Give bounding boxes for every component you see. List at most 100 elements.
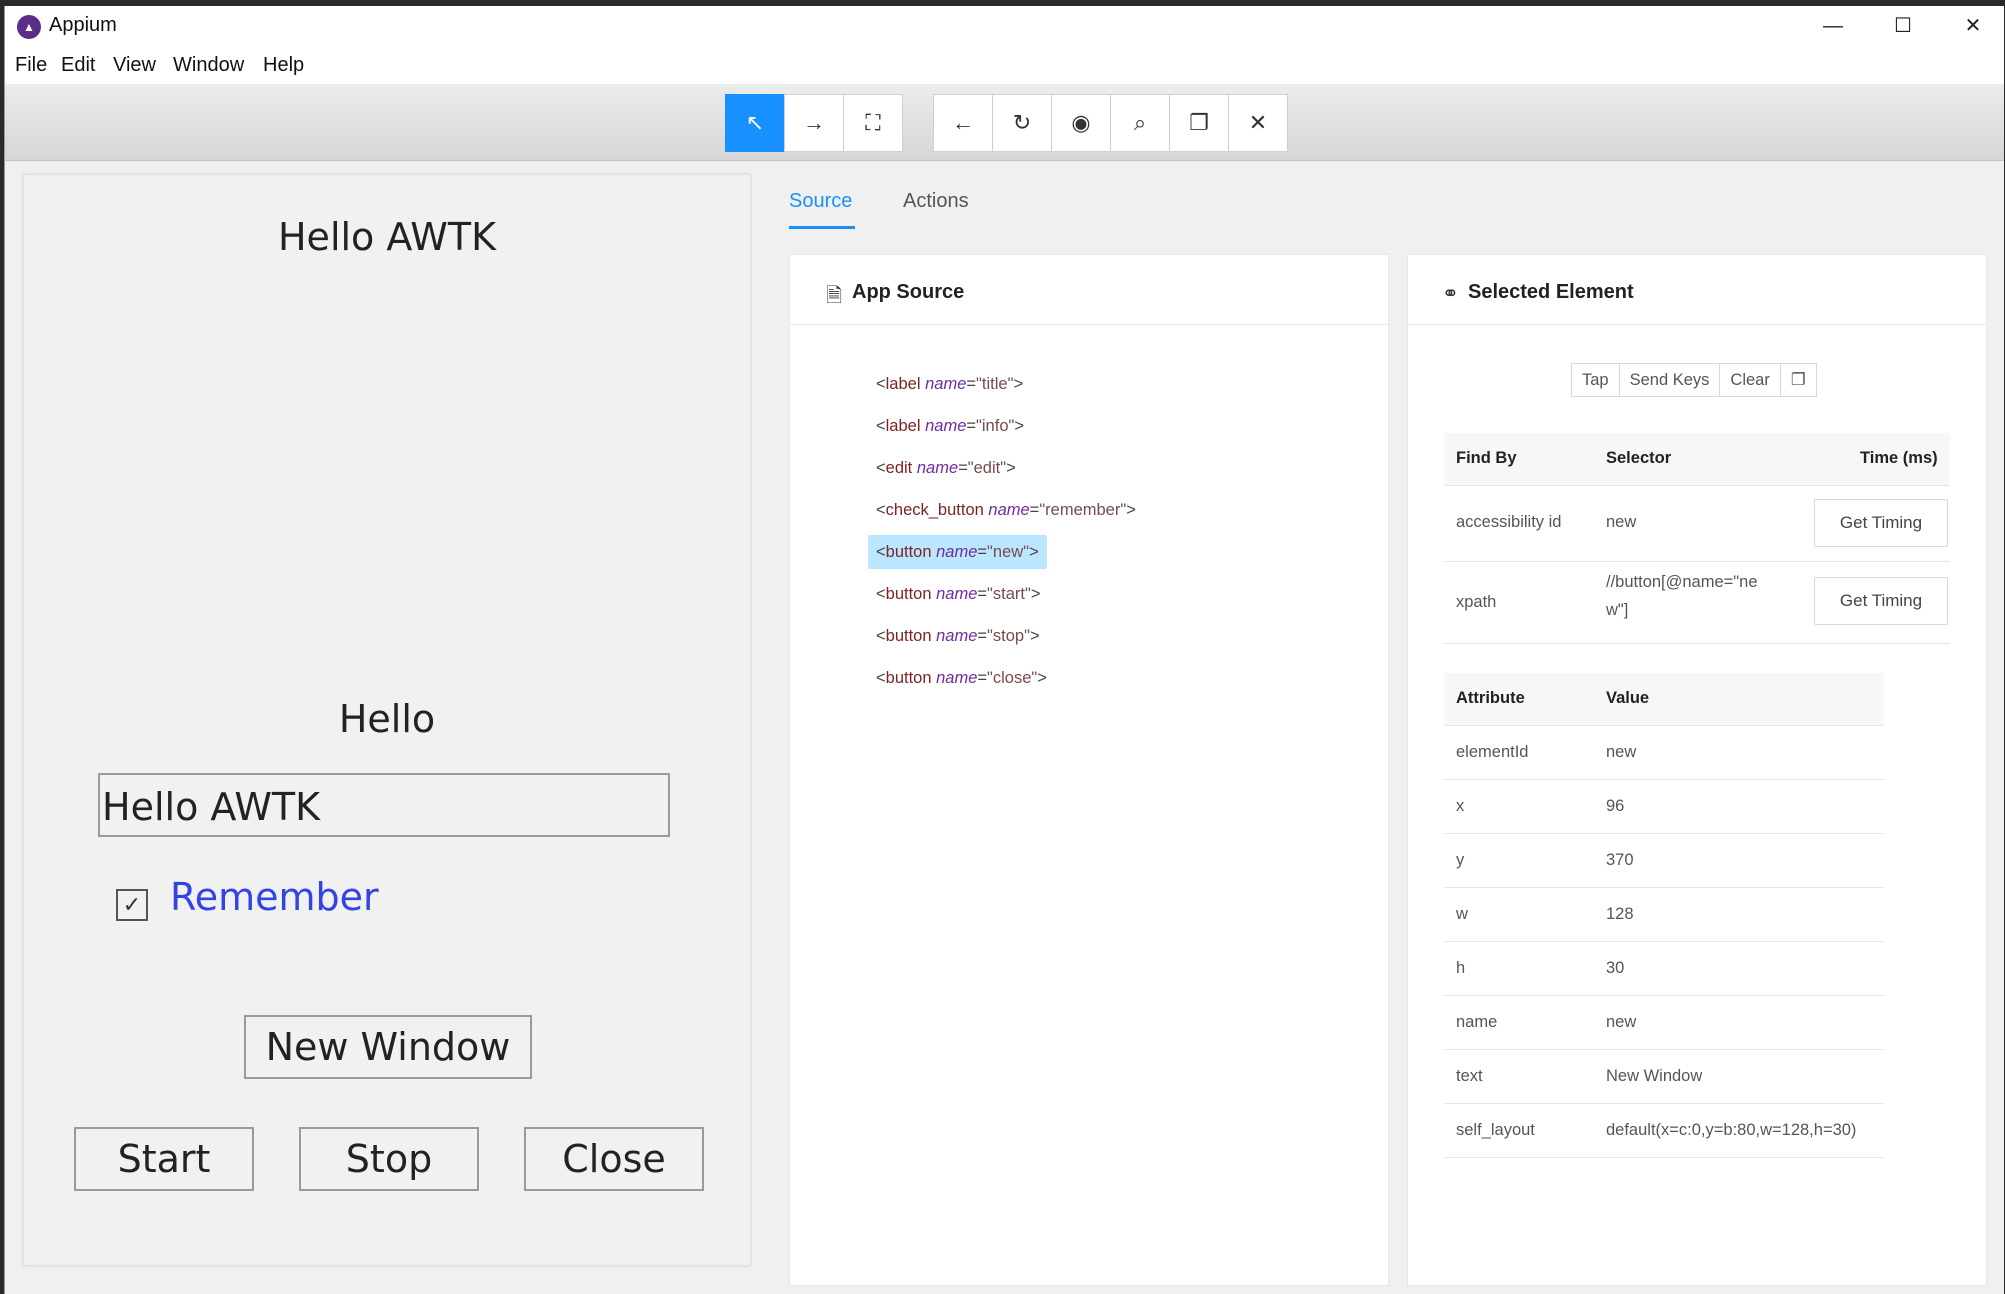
appium-window: ▲ Appium — ☐ ✕ File Edit View Window Hel… xyxy=(4,6,2004,1294)
tree-node-button-stop[interactable]: <button name="stop"> xyxy=(868,619,1048,653)
search-button[interactable]: ⌕ xyxy=(1110,94,1170,152)
tree-node-button-start[interactable]: <button name="start"> xyxy=(868,577,1048,611)
minimize-button[interactable]: — xyxy=(1798,6,1868,46)
appium-logo-icon: ▲ xyxy=(17,15,41,39)
table-row: w 128 xyxy=(1444,887,1884,942)
back-icon: ← xyxy=(952,110,974,135)
app-source-header: 🗎 App Source xyxy=(790,255,1388,325)
menu-view[interactable]: View xyxy=(113,54,156,77)
attribute-value: 96 xyxy=(1606,797,1625,815)
eye-icon: ◉ xyxy=(1071,110,1091,135)
attribute-name: elementId xyxy=(1456,743,1529,761)
clear-button[interactable]: Clear xyxy=(1719,363,1781,397)
toolbar-actions-group: ← ↻ ◉ ⌕ ❐ ✕ xyxy=(933,94,1288,152)
attribute-name: name xyxy=(1456,1013,1498,1031)
element-actions: Tap Send Keys Clear ❐ xyxy=(1571,363,1817,397)
select-elements-button[interactable]: ↖ xyxy=(725,94,785,152)
find-by-table-header: Find By Selector Time (ms) xyxy=(1444,433,1950,486)
tree-node-edit[interactable]: <edit name="edit"> xyxy=(868,451,1024,485)
search-icon: ⌕ xyxy=(1133,110,1147,135)
quit-session-icon: ✕ xyxy=(1248,110,1268,135)
copy-icon: ❐ xyxy=(1790,371,1806,389)
attribute-name: h xyxy=(1456,959,1466,977)
table-row: y 370 xyxy=(1444,833,1884,888)
selected-element-header: ⚭ Selected Element xyxy=(1408,255,1986,325)
attribute-value: new xyxy=(1606,1013,1637,1031)
value-header: Value xyxy=(1606,689,1650,707)
selector-cell-line1: //button[@name="ne xyxy=(1606,573,1758,591)
table-row: xpath //button[@name="ne w"] Get Timing xyxy=(1444,561,1950,644)
attribute-value: New Window xyxy=(1606,1067,1703,1085)
back-button[interactable]: ← xyxy=(933,94,993,152)
attribute-value: default(x=c:0,y=b:80,w=128,h=30) xyxy=(1606,1121,1857,1139)
table-row: text New Window xyxy=(1444,1049,1884,1104)
swipe-icon: → xyxy=(803,110,825,135)
attributes-table-header: Attribute Value xyxy=(1444,673,1884,726)
table-row: h 30 xyxy=(1444,941,1884,996)
new-window-button[interactable]: New Window xyxy=(244,1015,532,1079)
tab-actions[interactable]: Actions xyxy=(903,190,969,213)
tap-coordinates-icon: ⛶ xyxy=(865,110,881,135)
table-row: x 96 xyxy=(1444,779,1884,834)
selected-element-title: Selected Element xyxy=(1468,281,1634,303)
app-info-label[interactable]: Hello xyxy=(24,697,750,741)
quit-session-button[interactable]: ✕ xyxy=(1228,94,1288,152)
app-title-label[interactable]: Hello AWTK xyxy=(24,215,750,259)
stop-button[interactable]: Stop xyxy=(299,1127,479,1191)
attribute-value: 30 xyxy=(1606,959,1625,977)
copy-xml-button[interactable]: ❐ xyxy=(1169,94,1229,152)
get-timing-button[interactable]: Get Timing xyxy=(1814,577,1948,625)
selector-header: Selector xyxy=(1606,449,1672,467)
menu-file[interactable]: File xyxy=(15,54,47,77)
attribute-value: 128 xyxy=(1606,905,1634,923)
toolbar-mode-group: ↖ → ⛶ xyxy=(725,94,903,152)
close-button[interactable]: Close xyxy=(524,1127,704,1191)
selected-element-panel: ⚭ Selected Element Tap Send Keys Clear ❐… xyxy=(1407,254,1987,1286)
app-source-panel: 🗎 App Source <label name="title"> <label… xyxy=(789,254,1389,1286)
tree-node-label-title[interactable]: <label name="title"> xyxy=(868,367,1031,401)
attribute-name: w xyxy=(1456,905,1468,923)
swipe-button[interactable]: → xyxy=(784,94,844,152)
show-elements-button[interactable]: ◉ xyxy=(1051,94,1111,152)
close-window-button[interactable]: ✕ xyxy=(1938,6,2004,46)
table-row: elementId new xyxy=(1444,725,1884,780)
active-tab-indicator xyxy=(789,226,855,229)
time-header: Time (ms) xyxy=(1860,449,1938,467)
copy-attributes-button[interactable]: ❐ xyxy=(1779,363,1817,397)
attribute-value: 370 xyxy=(1606,851,1634,869)
selector-cell-line2: w"] xyxy=(1606,601,1629,619)
remember-label[interactable]: Remember xyxy=(170,875,379,919)
copy-icon: ❐ xyxy=(1189,110,1209,135)
refresh-button[interactable]: ↻ xyxy=(992,94,1052,152)
tree-node-button-close[interactable]: <button name="close"> xyxy=(868,661,1055,695)
attribute-name: x xyxy=(1456,797,1465,815)
start-button[interactable]: Start xyxy=(74,1127,254,1191)
table-row: name new xyxy=(1444,995,1884,1050)
app-edit-field[interactable]: Hello AWTK xyxy=(98,773,670,837)
menu-bar: File Edit View Window Help xyxy=(5,46,2004,84)
tree-node-button-new[interactable]: <button name="new"> xyxy=(868,535,1047,569)
attribute-name: text xyxy=(1456,1067,1483,1085)
tree-node-check-button[interactable]: <check_button name="remember"> xyxy=(868,493,1144,527)
menu-help[interactable]: Help xyxy=(263,54,304,77)
menu-window[interactable]: Window xyxy=(173,54,244,77)
tab-source[interactable]: Source xyxy=(789,190,852,213)
send-keys-button[interactable]: Send Keys xyxy=(1618,363,1721,397)
tree-node-label-info[interactable]: <label name="info"> xyxy=(868,409,1032,443)
maximize-button[interactable]: ☐ xyxy=(1868,6,1938,46)
remember-checkbox[interactable]: ✓ xyxy=(116,889,148,921)
tap-button[interactable]: Tap xyxy=(1571,363,1620,397)
device-screenshot[interactable]: Hello AWTK Hello Hello AWTK ✓ Remember N… xyxy=(23,174,751,1266)
title-bar: ▲ Appium — ☐ ✕ xyxy=(5,6,2004,46)
attribute-name: self_layout xyxy=(1456,1121,1535,1139)
find-by-cell: accessibility id xyxy=(1456,513,1562,531)
table-row: accessibility id new Get Timing xyxy=(1444,485,1950,562)
attribute-value: new xyxy=(1606,743,1637,761)
tap-coordinates-button[interactable]: ⛶ xyxy=(843,94,903,152)
tag-icon: ⚭ xyxy=(1442,283,1459,305)
inspector-toolbar: ↖ → ⛶ ← ↻ ◉ ⌕ ❐ ✕ xyxy=(5,84,2004,161)
menu-edit[interactable]: Edit xyxy=(61,54,95,77)
selector-cell: new xyxy=(1606,513,1637,531)
get-timing-button[interactable]: Get Timing xyxy=(1814,499,1948,547)
select-elements-icon: ↖ xyxy=(745,110,765,135)
